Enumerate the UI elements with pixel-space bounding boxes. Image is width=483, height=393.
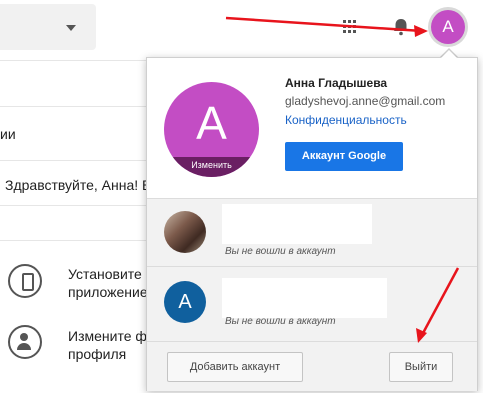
apps-grid-icon[interactable] (343, 20, 357, 34)
phone-icon (8, 264, 42, 298)
redacted-account-name (222, 278, 387, 318)
divider (0, 160, 146, 161)
account-letter-avatar: A (164, 281, 206, 323)
account-status: Вы не вошли в аккаунт (225, 246, 336, 257)
avatar-letter: A (196, 97, 227, 149)
user-email: gladyshevoj.anne@gmail.com (285, 94, 446, 108)
user-name: Анна Гладышева (285, 76, 388, 90)
account-status: Вы не вошли в аккаунт (225, 316, 336, 327)
privacy-link[interactable]: Конфиденциальность (285, 113, 407, 127)
divider (0, 106, 146, 107)
account-row[interactable]: Вы не вошли в аккаунт (147, 198, 477, 266)
account-photo-avatar (164, 211, 206, 253)
account-popup: A Изменить Анна Гладышева gladyshevoj.an… (146, 57, 478, 391)
redacted-account-name (222, 204, 372, 244)
google-account-button[interactable]: Аккаунт Google (285, 142, 403, 171)
add-account-button[interactable]: Добавить аккаунт (167, 352, 303, 382)
profile-avatar[interactable]: A Изменить (164, 82, 259, 177)
install-app-line2[interactable]: приложение (68, 284, 148, 300)
select-dropdown[interactable] (0, 4, 96, 50)
edit-profile-line1[interactable]: Измените ф (68, 328, 147, 344)
divider (0, 240, 146, 241)
change-photo-label[interactable]: Изменить (164, 157, 259, 177)
install-app-line1[interactable]: Установите (68, 266, 142, 282)
chevron-down-icon (66, 25, 76, 31)
divider (0, 205, 146, 206)
popup-footer: Добавить аккаунт Выйти (147, 341, 477, 391)
annotation-arrow-head (414, 25, 428, 37)
section-label: ии (0, 126, 16, 142)
popup-arrow-inner (441, 50, 457, 58)
edit-profile-line2[interactable]: профиля (68, 346, 126, 362)
sign-out-button[interactable]: Выйти (389, 352, 453, 382)
divider (0, 60, 146, 61)
greeting-text: Здравствуйте, Анна! В (5, 177, 152, 193)
account-avatar-button[interactable]: A (431, 10, 465, 44)
profile-icon (8, 325, 42, 359)
account-row[interactable]: A Вы не вошли в аккаунт (147, 266, 477, 341)
notifications-bell-icon[interactable] (391, 17, 411, 37)
